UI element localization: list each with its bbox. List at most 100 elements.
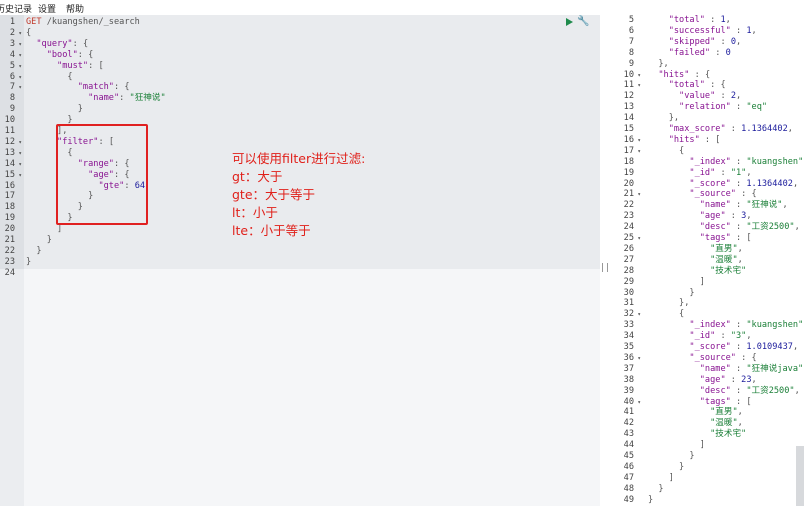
line-number: 13 bbox=[623, 102, 634, 113]
line-number: 12 bbox=[4, 136, 15, 147]
line-number: 17 bbox=[4, 191, 15, 202]
code-line: { bbox=[648, 145, 685, 156]
line-number: 10 bbox=[623, 69, 634, 80]
code-line: "_score" : 1.1364402, bbox=[689, 178, 799, 189]
line-number: 16 bbox=[623, 134, 634, 145]
fold-toggle-icon[interactable]: ▾ bbox=[16, 72, 22, 83]
line-number: 18 bbox=[623, 156, 634, 167]
line-number: 10 bbox=[4, 115, 15, 126]
annotation-line: 可以使用filter进行过滤: bbox=[232, 151, 366, 166]
line-number: 34 bbox=[623, 331, 634, 342]
line-number: 44 bbox=[623, 440, 634, 451]
line-number: 5 bbox=[9, 60, 15, 71]
line-number: 47 bbox=[623, 472, 634, 483]
code-line: ] bbox=[648, 472, 674, 483]
code-line: "age" : 23, bbox=[699, 374, 757, 385]
code-line: } bbox=[648, 461, 685, 472]
response-viewer: 5 "total" : 1, 6 "successful" : 1, 7 "skip… bbox=[610, 15, 804, 506]
fold-toggle-icon[interactable]: ▾ bbox=[635, 146, 641, 157]
code-line: }, bbox=[648, 298, 690, 309]
line-number: 13 bbox=[4, 147, 15, 158]
code-line: } bbox=[26, 235, 52, 245]
line-number: 42 bbox=[623, 418, 634, 429]
line-number: 24 bbox=[4, 267, 15, 278]
line-number: 43 bbox=[623, 429, 634, 440]
code-line: "must": [ bbox=[57, 60, 104, 71]
code-line: "_id" : "1", bbox=[689, 167, 752, 178]
code-line: "total" : 1, bbox=[668, 15, 731, 25]
line-number: 25 bbox=[623, 233, 634, 243]
code-line: { bbox=[26, 71, 73, 82]
code-line: "match": { bbox=[77, 82, 130, 93]
fold-toggle-icon[interactable]: ▾ bbox=[635, 353, 641, 364]
line-number: 30 bbox=[623, 287, 634, 298]
line-number: 32 bbox=[623, 309, 634, 320]
code-line: "relation" : "eq" bbox=[679, 102, 768, 113]
menu-help[interactable]: 帮助 bbox=[66, 2, 84, 15]
request-editor[interactable]: 1 GET /kuangshen/_search 2 ▾{3 ▾ "query": {4… bbox=[0, 15, 600, 506]
code-line: "desc" : "工资2500", bbox=[699, 385, 800, 396]
fold-toggle-icon[interactable]: ▾ bbox=[16, 61, 22, 72]
code-line: }, bbox=[648, 58, 669, 69]
line-number: 26 bbox=[623, 243, 634, 254]
line-number: 46 bbox=[623, 461, 634, 472]
fold-toggle-icon[interactable]: ▾ bbox=[635, 233, 641, 244]
code-line: }, bbox=[648, 113, 680, 124]
code-line: ] bbox=[648, 276, 705, 287]
fold-toggle-icon[interactable]: ▾ bbox=[16, 28, 22, 39]
code-line: "_index" : "kuangshen", bbox=[689, 156, 804, 167]
fold-toggle-icon[interactable]: ▾ bbox=[635, 80, 641, 91]
line-number: 8 bbox=[628, 47, 634, 58]
line-number: 19 bbox=[4, 213, 15, 224]
line-number: 11 bbox=[623, 80, 634, 91]
line-number: 21 bbox=[4, 235, 15, 245]
wrench-icon[interactable]: 🔧 bbox=[577, 16, 589, 27]
menu-settings[interactable]: 设置 bbox=[38, 2, 56, 15]
code-line: "successful" : 1, bbox=[668, 25, 757, 36]
fold-toggle-icon[interactable]: ▾ bbox=[16, 39, 22, 50]
line-number: 15 bbox=[623, 124, 634, 134]
fold-toggle-icon[interactable]: ▾ bbox=[16, 148, 22, 159]
filter-highlight-box bbox=[56, 124, 148, 225]
line-number: 9 bbox=[628, 58, 634, 69]
fold-toggle-icon[interactable]: ▾ bbox=[16, 159, 22, 170]
code-line: "name": "狂神说" bbox=[88, 93, 166, 104]
line-number: 28 bbox=[623, 265, 634, 276]
code-line: } bbox=[26, 104, 83, 115]
play-icon[interactable] bbox=[566, 18, 573, 26]
fold-toggle-icon[interactable]: ▾ bbox=[16, 82, 22, 93]
line-number: 7 bbox=[628, 36, 634, 47]
fold-toggle-icon[interactable]: ▾ bbox=[16, 50, 22, 61]
line-number: 20 bbox=[4, 224, 15, 235]
line-number: 23 bbox=[623, 211, 634, 222]
menu-history[interactable]: 历史记录 bbox=[0, 2, 32, 15]
line-number: 8 bbox=[9, 93, 15, 104]
code-line: "desc" : "工资2500", bbox=[699, 222, 800, 233]
code-line: "_index" : "kuangshen", bbox=[689, 320, 804, 331]
line-number: 7 bbox=[9, 82, 15, 93]
fold-toggle-icon[interactable]: ▾ bbox=[635, 135, 641, 146]
fold-toggle-icon[interactable]: ▾ bbox=[635, 309, 641, 320]
fold-toggle-icon[interactable]: ▾ bbox=[635, 70, 641, 81]
fold-toggle-icon[interactable]: ▾ bbox=[635, 189, 641, 200]
line-number: 45 bbox=[623, 451, 634, 461]
code-line: { bbox=[26, 27, 32, 38]
fold-toggle-icon[interactable]: ▾ bbox=[16, 137, 22, 148]
code-line: "name" : "狂神说java", bbox=[699, 363, 804, 374]
code-line: "skipped" : 0, bbox=[668, 36, 742, 47]
response-scrollbar[interactable] bbox=[796, 446, 804, 506]
line-number: 6 bbox=[628, 25, 634, 36]
line-number: 24 bbox=[623, 222, 634, 233]
code-line: "hits" : { bbox=[658, 69, 711, 80]
fold-toggle-icon[interactable]: ▾ bbox=[16, 170, 22, 181]
line-number: 22 bbox=[623, 200, 634, 211]
fold-toggle-icon[interactable]: ▾ bbox=[635, 397, 641, 408]
code-line: ] bbox=[648, 440, 705, 451]
code-line: { bbox=[648, 309, 685, 320]
pane-splitter[interactable] bbox=[602, 263, 608, 272]
code-line: "_source" : { bbox=[689, 189, 757, 200]
code-line: "failed" : 0 bbox=[668, 47, 731, 58]
line-number: 5 bbox=[628, 15, 634, 25]
line-number: 14 bbox=[4, 158, 15, 169]
code-line: "query": { bbox=[36, 38, 89, 49]
